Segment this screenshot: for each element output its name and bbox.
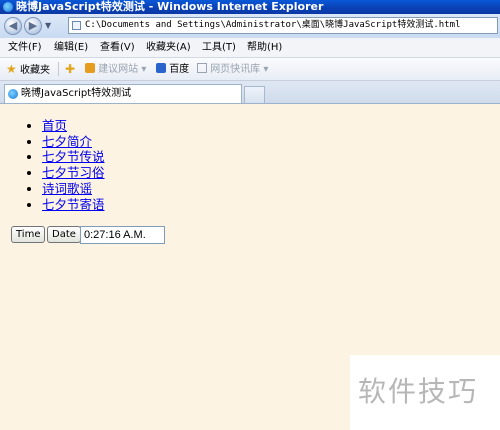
address-row: ◀ ▶ ▼ C:\Documents and Settings\Administ…: [0, 14, 500, 38]
suggested-sites-button[interactable]: 建议网站 ▾: [85, 63, 146, 76]
baidu-paw-icon: [156, 63, 166, 73]
favorites-divider: [58, 62, 59, 76]
window-title: 晓博JavaScript特效测试 - Windows Internet Expl…: [16, 0, 324, 13]
menu-file[interactable]: 文件(F): [8, 41, 42, 54]
add-favorite-star-icon: ✚: [65, 62, 76, 76]
tab-title: 晓博JavaScript特效测试: [21, 88, 132, 99]
menu-tools[interactable]: 工具(T): [202, 41, 236, 54]
address-text: C:\Documents and Settings\Administrator\…: [85, 20, 461, 30]
address-bar[interactable]: C:\Documents and Settings\Administrator\…: [68, 17, 498, 34]
list-item: 七夕节寄语: [42, 197, 105, 213]
list-item: 首页: [42, 118, 105, 134]
list-item: 诗词歌谣: [42, 181, 105, 197]
clock-input[interactable]: 0:27:16 A.M.: [80, 226, 165, 244]
add-favorite-button[interactable]: ✚: [65, 63, 75, 77]
watermark-text: 软件技巧: [358, 375, 479, 408]
favorites-star-icon: ★: [6, 62, 17, 76]
favorites-button[interactable]: ★ 收藏夹: [6, 63, 50, 77]
suggested-sites-label: 建议网站 ▾: [98, 64, 147, 75]
list-item: 七夕节传说: [42, 149, 105, 165]
nav-link-customs[interactable]: 七夕节习俗: [42, 165, 105, 180]
menu-edit[interactable]: 编辑(E): [54, 41, 88, 54]
time-button[interactable]: Time: [11, 226, 46, 243]
suggested-sites-icon: [85, 63, 95, 73]
menu-bar: 文件(F) 编辑(E) 查看(V) 收藏夹(A) 工具(T) 帮助(H): [0, 38, 500, 58]
recent-pages-dropdown-icon[interactable]: ▼: [45, 21, 51, 30]
web-slice-gallery-button[interactable]: 网页快讯库 ▾: [197, 63, 268, 76]
web-slice-label: 网页快讯库 ▾: [210, 64, 269, 75]
nav-link-intro[interactable]: 七夕简介: [42, 134, 92, 149]
list-item: 七夕节习俗: [42, 165, 105, 181]
web-slice-icon: [197, 63, 207, 73]
back-arrow-icon: ◀: [8, 19, 18, 32]
menu-view[interactable]: 查看(V): [100, 41, 135, 54]
favorites-bar: ★ 收藏夹 ✚ 建议网站 ▾ 百度 网页快讯库 ▾: [0, 58, 500, 81]
menu-help[interactable]: 帮助(H): [247, 41, 282, 54]
back-button[interactable]: ◀: [4, 17, 22, 35]
ie-logo-icon: [3, 2, 13, 12]
page-icon: [72, 21, 81, 30]
tab-page-icon: [8, 89, 18, 99]
window-title-bar: 晓博JavaScript特效测试 - Windows Internet Expl…: [0, 0, 500, 14]
forward-arrow-icon: ▶: [28, 19, 38, 32]
tab-row: 晓博JavaScript特效测试: [0, 81, 500, 104]
favorites-label: 收藏夹: [19, 65, 50, 76]
tab-active[interactable]: 晓博JavaScript特效测试: [4, 84, 242, 103]
baidu-link[interactable]: 百度: [156, 63, 189, 76]
nav-link-home[interactable]: 首页: [42, 118, 67, 133]
forward-button[interactable]: ▶: [24, 17, 42, 35]
nav-link-poems[interactable]: 诗词歌谣: [42, 181, 92, 196]
new-tab-button[interactable]: [244, 86, 265, 103]
list-item: 七夕简介: [42, 134, 105, 150]
nav-list: 首页 七夕简介 七夕节传说 七夕节习俗 诗词歌谣 七夕节寄语: [25, 118, 105, 212]
nav-link-messages[interactable]: 七夕节寄语: [42, 197, 105, 212]
menu-favorites[interactable]: 收藏夹(A): [146, 41, 191, 54]
date-button[interactable]: Date: [47, 226, 81, 243]
nav-link-legend[interactable]: 七夕节传说: [42, 149, 105, 164]
watermark: 软件技巧: [350, 355, 500, 430]
baidu-label: 百度: [169, 64, 190, 75]
